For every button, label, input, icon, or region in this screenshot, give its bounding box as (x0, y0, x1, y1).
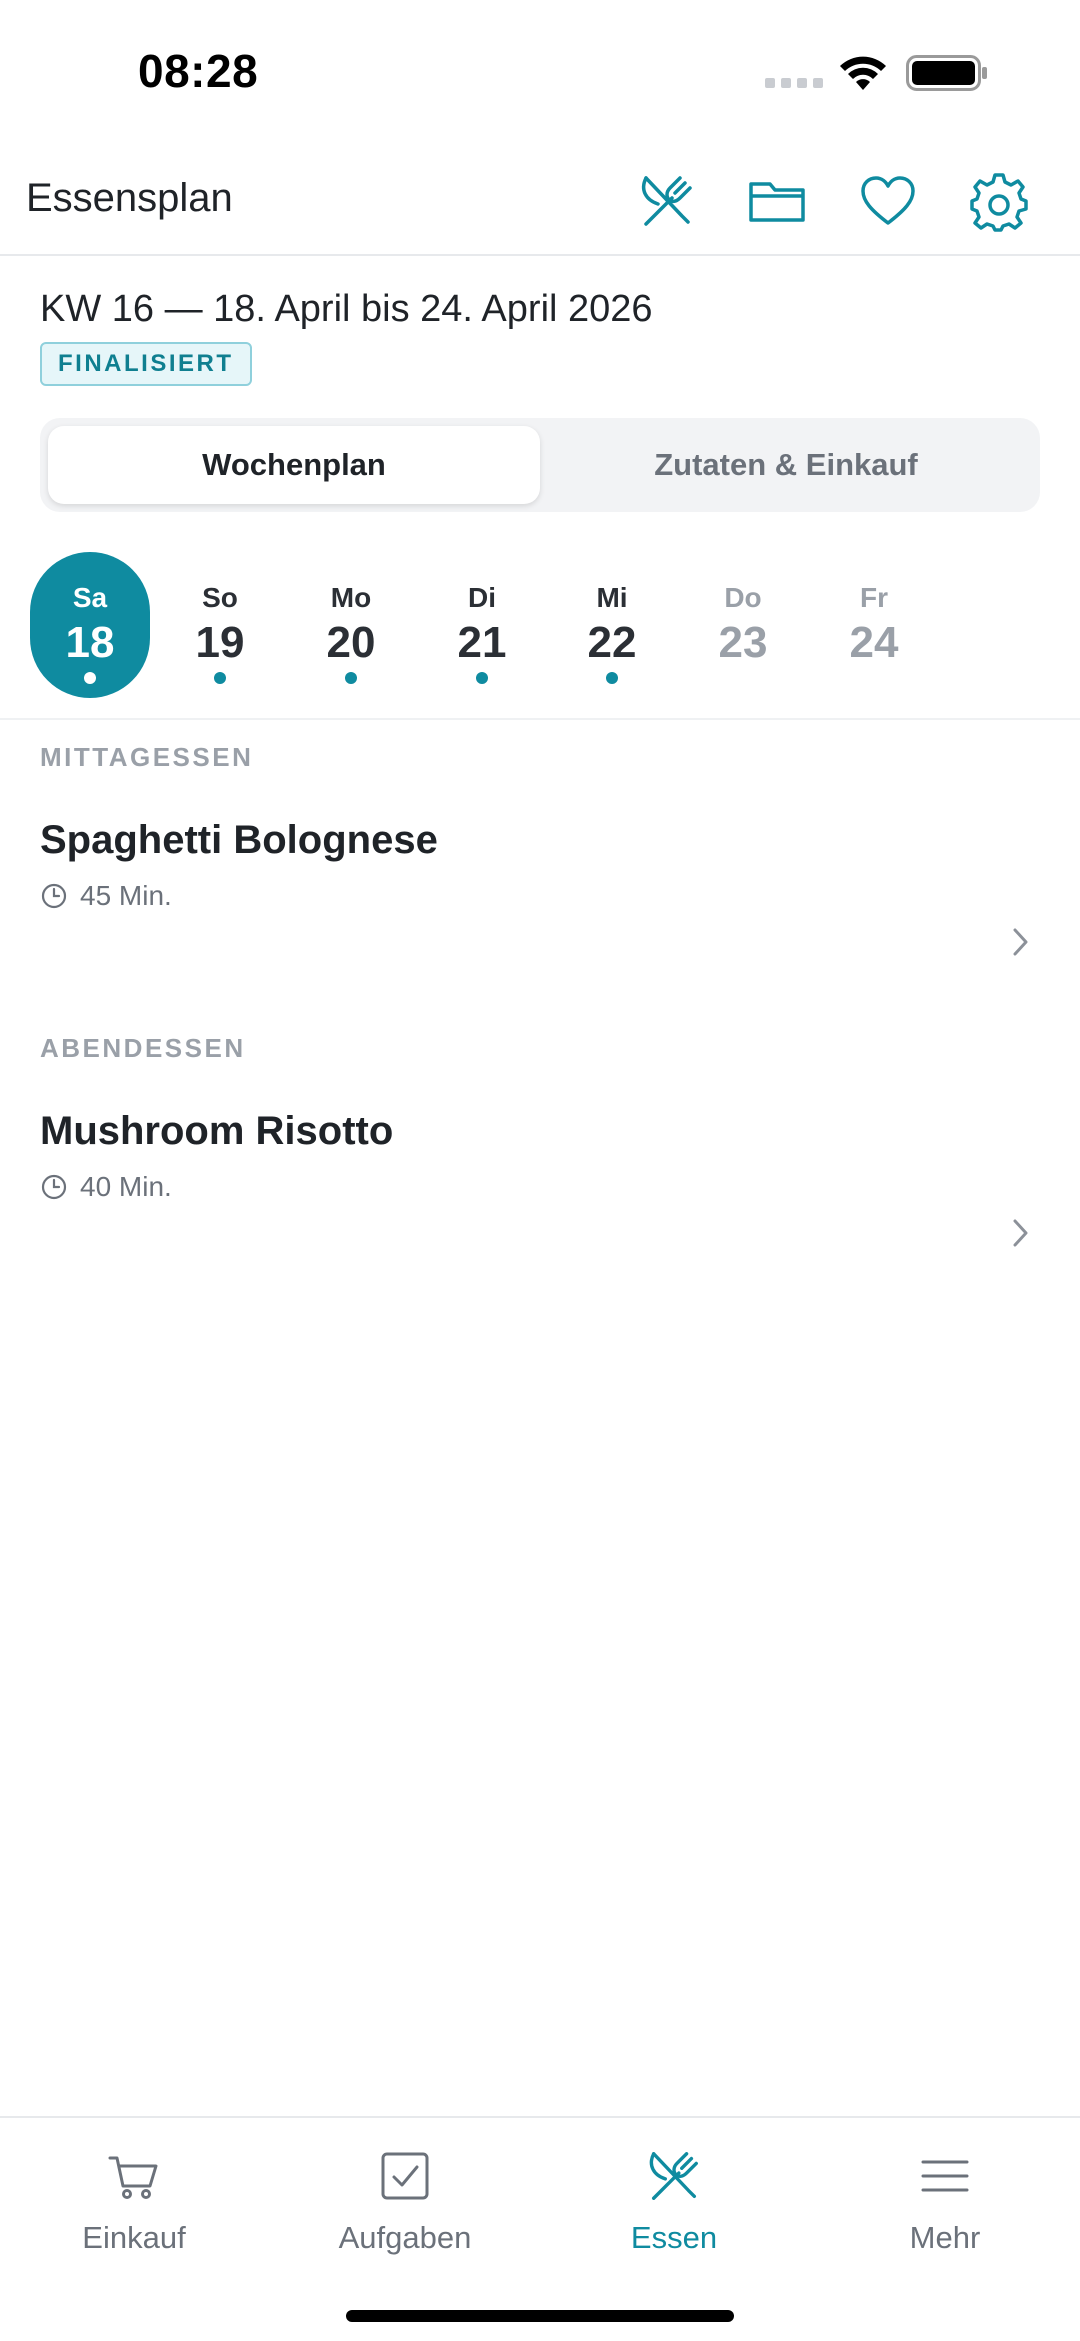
status-bar: 08:28 (0, 0, 1080, 140)
heart-icon[interactable] (857, 170, 919, 232)
tab-label: Aufgaben (338, 2220, 472, 2255)
day-name: Mi (596, 582, 628, 613)
meal-duration: 45 Min. (40, 880, 172, 912)
meal-row-lunch[interactable]: Spaghetti Bolognese 45 Min. (0, 818, 1080, 1028)
day-name: Fr (860, 582, 888, 613)
week-title: KW 16 — 18. April bis 24. April 2026 (40, 288, 653, 330)
day-name: Sa (72, 582, 108, 613)
day-mo[interactable]: Mo 20 (291, 552, 411, 698)
day-number: 21 (457, 618, 507, 667)
folder-icon[interactable] (746, 170, 808, 232)
tab-label: Mehr (909, 2220, 981, 2255)
day-number: 24 (849, 618, 899, 667)
battery-icon (906, 55, 988, 91)
day-number: 18 (65, 618, 115, 667)
gear-icon[interactable] (968, 170, 1030, 232)
tab-essen[interactable]: Essen (574, 2146, 774, 2276)
section-label-mittagessen: MITTAGESSEN (40, 742, 254, 772)
tab-zutaten-einkauf[interactable]: Zutaten & Einkauf (540, 426, 1032, 504)
app-header: Essensplan (0, 140, 1080, 256)
tab-label: Essen (630, 2220, 718, 2255)
day-has-meals-dot (345, 672, 357, 684)
day-number: 22 (587, 618, 637, 667)
segmented-control: Wochenplan Zutaten & Einkauf (40, 418, 1040, 512)
meal-name: Mushroom Risotto (40, 1109, 394, 1153)
day-fr[interactable]: Fr 24 (814, 552, 934, 698)
clock-icon (40, 1173, 68, 1201)
menu-icon (915, 2146, 975, 2206)
day-name: Mo (330, 582, 372, 613)
day-has-meals-dot (606, 672, 618, 684)
tab-wochenplan[interactable]: Wochenplan (48, 426, 540, 504)
tab-einkauf[interactable]: Einkauf (34, 2146, 234, 2276)
home-indicator (346, 2310, 734, 2322)
meal-name: Spaghetti Bolognese (40, 818, 438, 862)
tab-aufgaben[interactable]: Aufgaben (305, 2146, 505, 2276)
page-title: Essensplan (26, 176, 233, 220)
day-do[interactable]: Do 23 (683, 552, 803, 698)
fork-knife-icon (644, 2146, 704, 2206)
section-label-abendessen: ABENDESSEN (40, 1033, 246, 1063)
tab-mehr[interactable]: Mehr (845, 2146, 1045, 2276)
chevron-right-icon (1006, 1213, 1034, 1253)
day-di[interactable]: Di 21 (422, 552, 542, 698)
checkbox-icon (375, 2146, 435, 2206)
meal-time-text: 40 Min. (80, 1171, 172, 1202)
day-number: 20 (326, 618, 376, 667)
day-name: Do (724, 582, 762, 613)
fork-knife-icon[interactable] (636, 170, 698, 232)
day-has-meals-dot (476, 672, 488, 684)
day-name: So (202, 582, 238, 613)
meal-duration: 40 Min. (40, 1171, 172, 1203)
clock-icon (40, 882, 68, 910)
day-number: 23 (718, 618, 768, 667)
day-name: Di (468, 582, 496, 613)
tab-label: Einkauf (82, 2220, 186, 2255)
status-time: 08:28 (138, 45, 259, 97)
status-badge: FINALISIERT (40, 342, 252, 386)
day-number: 19 (195, 618, 245, 667)
cellular-signal-icon (765, 78, 823, 88)
cart-icon (104, 2146, 164, 2206)
day-mi[interactable]: Mi 22 (552, 552, 672, 698)
meal-time-text: 45 Min. (80, 880, 172, 911)
day-sa[interactable]: Sa 18 (30, 552, 150, 698)
day-selector: Sa 18 So 19 Mo 20 Di 21 Mi 22 Do 23 Fr 2… (0, 550, 1080, 720)
day-has-meals-dot (84, 672, 96, 684)
day-has-meals-dot (214, 672, 226, 684)
bottom-tab-bar: Einkauf Aufgaben Essen Mehr (0, 2116, 1080, 2341)
wifi-icon (838, 52, 888, 92)
day-so[interactable]: So 19 (160, 552, 280, 698)
meal-row-dinner[interactable]: Mushroom Risotto 40 Min. (0, 1109, 1080, 1319)
chevron-right-icon (1006, 922, 1034, 962)
